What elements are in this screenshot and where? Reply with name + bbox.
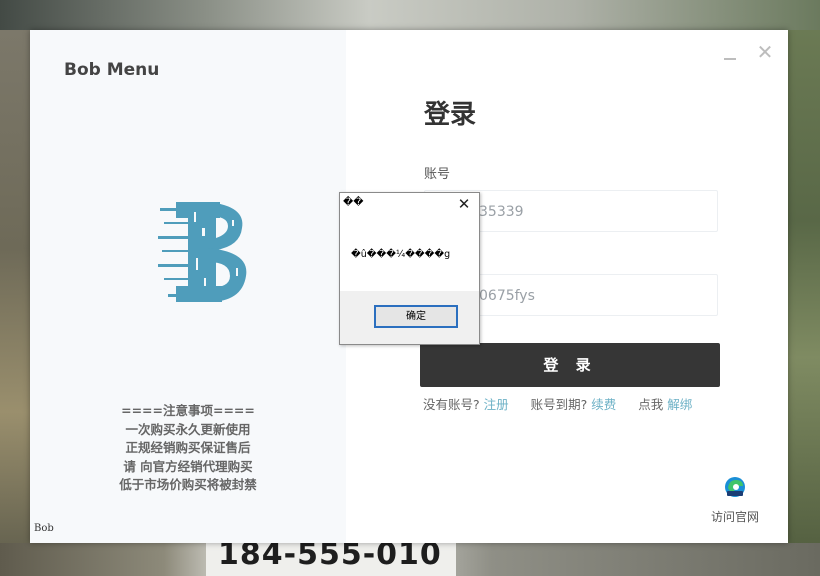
left-panel: Bob Menu ====注意事项==== 一次购买永久更新使用 正规经销购买保… <box>30 30 346 543</box>
visit-site-link[interactable]: 访问官网 <box>711 508 759 525</box>
desktop-background-left <box>0 30 30 576</box>
close-icon[interactable]: ✕ <box>756 42 774 62</box>
background-sign: 184-555-010 <box>206 543 456 576</box>
desktop-background-right <box>788 30 820 576</box>
notice-line: 低于市场价购买将被封禁 <box>119 477 257 492</box>
bob-logo <box>158 202 247 302</box>
message-dialog: �� ✕ �û���¼����g 确定 <box>339 192 480 345</box>
app-title: Bob Menu <box>64 60 160 80</box>
dialog-message: �û���¼����g <box>351 249 451 260</box>
password-input-value: 0675fys <box>479 288 535 304</box>
click-me-text: 点我 <box>638 397 664 412</box>
expired-text: 账号到期? <box>530 397 588 412</box>
edge-browser-icon[interactable] <box>724 476 746 498</box>
minimize-icon[interactable] <box>722 46 738 62</box>
notice-text: ====注意事项==== 一次购买永久更新使用 正规经销购买保证售后 请 向官方… <box>30 402 346 495</box>
background-sign-text: 184-555-010 <box>218 543 442 572</box>
notice-line: 请 向官方经销代理购买 <box>123 458 253 474</box>
login-title: 登录 <box>424 100 477 130</box>
login-button[interactable]: 登 录 <box>420 343 720 387</box>
notice-line: 一次购买永久更新使用 <box>125 421 251 437</box>
account-links: 没有账号? 注册 账号到期? 续费 点我 解绑 <box>423 394 692 413</box>
unbind-link[interactable]: 解绑 <box>667 397 692 412</box>
register-link[interactable]: 注册 <box>484 397 509 412</box>
dialog-close-icon[interactable]: ✕ <box>456 196 472 212</box>
notice-line: 正规经销购买保证售后 <box>125 440 251 455</box>
footer-tag: Bob <box>34 523 54 534</box>
desktop-background-top <box>0 0 820 30</box>
no-account-text: 没有账号? <box>423 397 480 412</box>
renew-link[interactable]: 续费 <box>591 397 616 412</box>
dialog-title: �� <box>343 197 364 208</box>
dialog-footer: 确定 <box>340 291 479 344</box>
ok-button[interactable]: 确定 <box>374 305 458 328</box>
notice-line: ====注意事项==== <box>121 403 255 418</box>
account-label: 账号 <box>424 167 451 182</box>
account-input-value: 35339 <box>479 204 524 220</box>
